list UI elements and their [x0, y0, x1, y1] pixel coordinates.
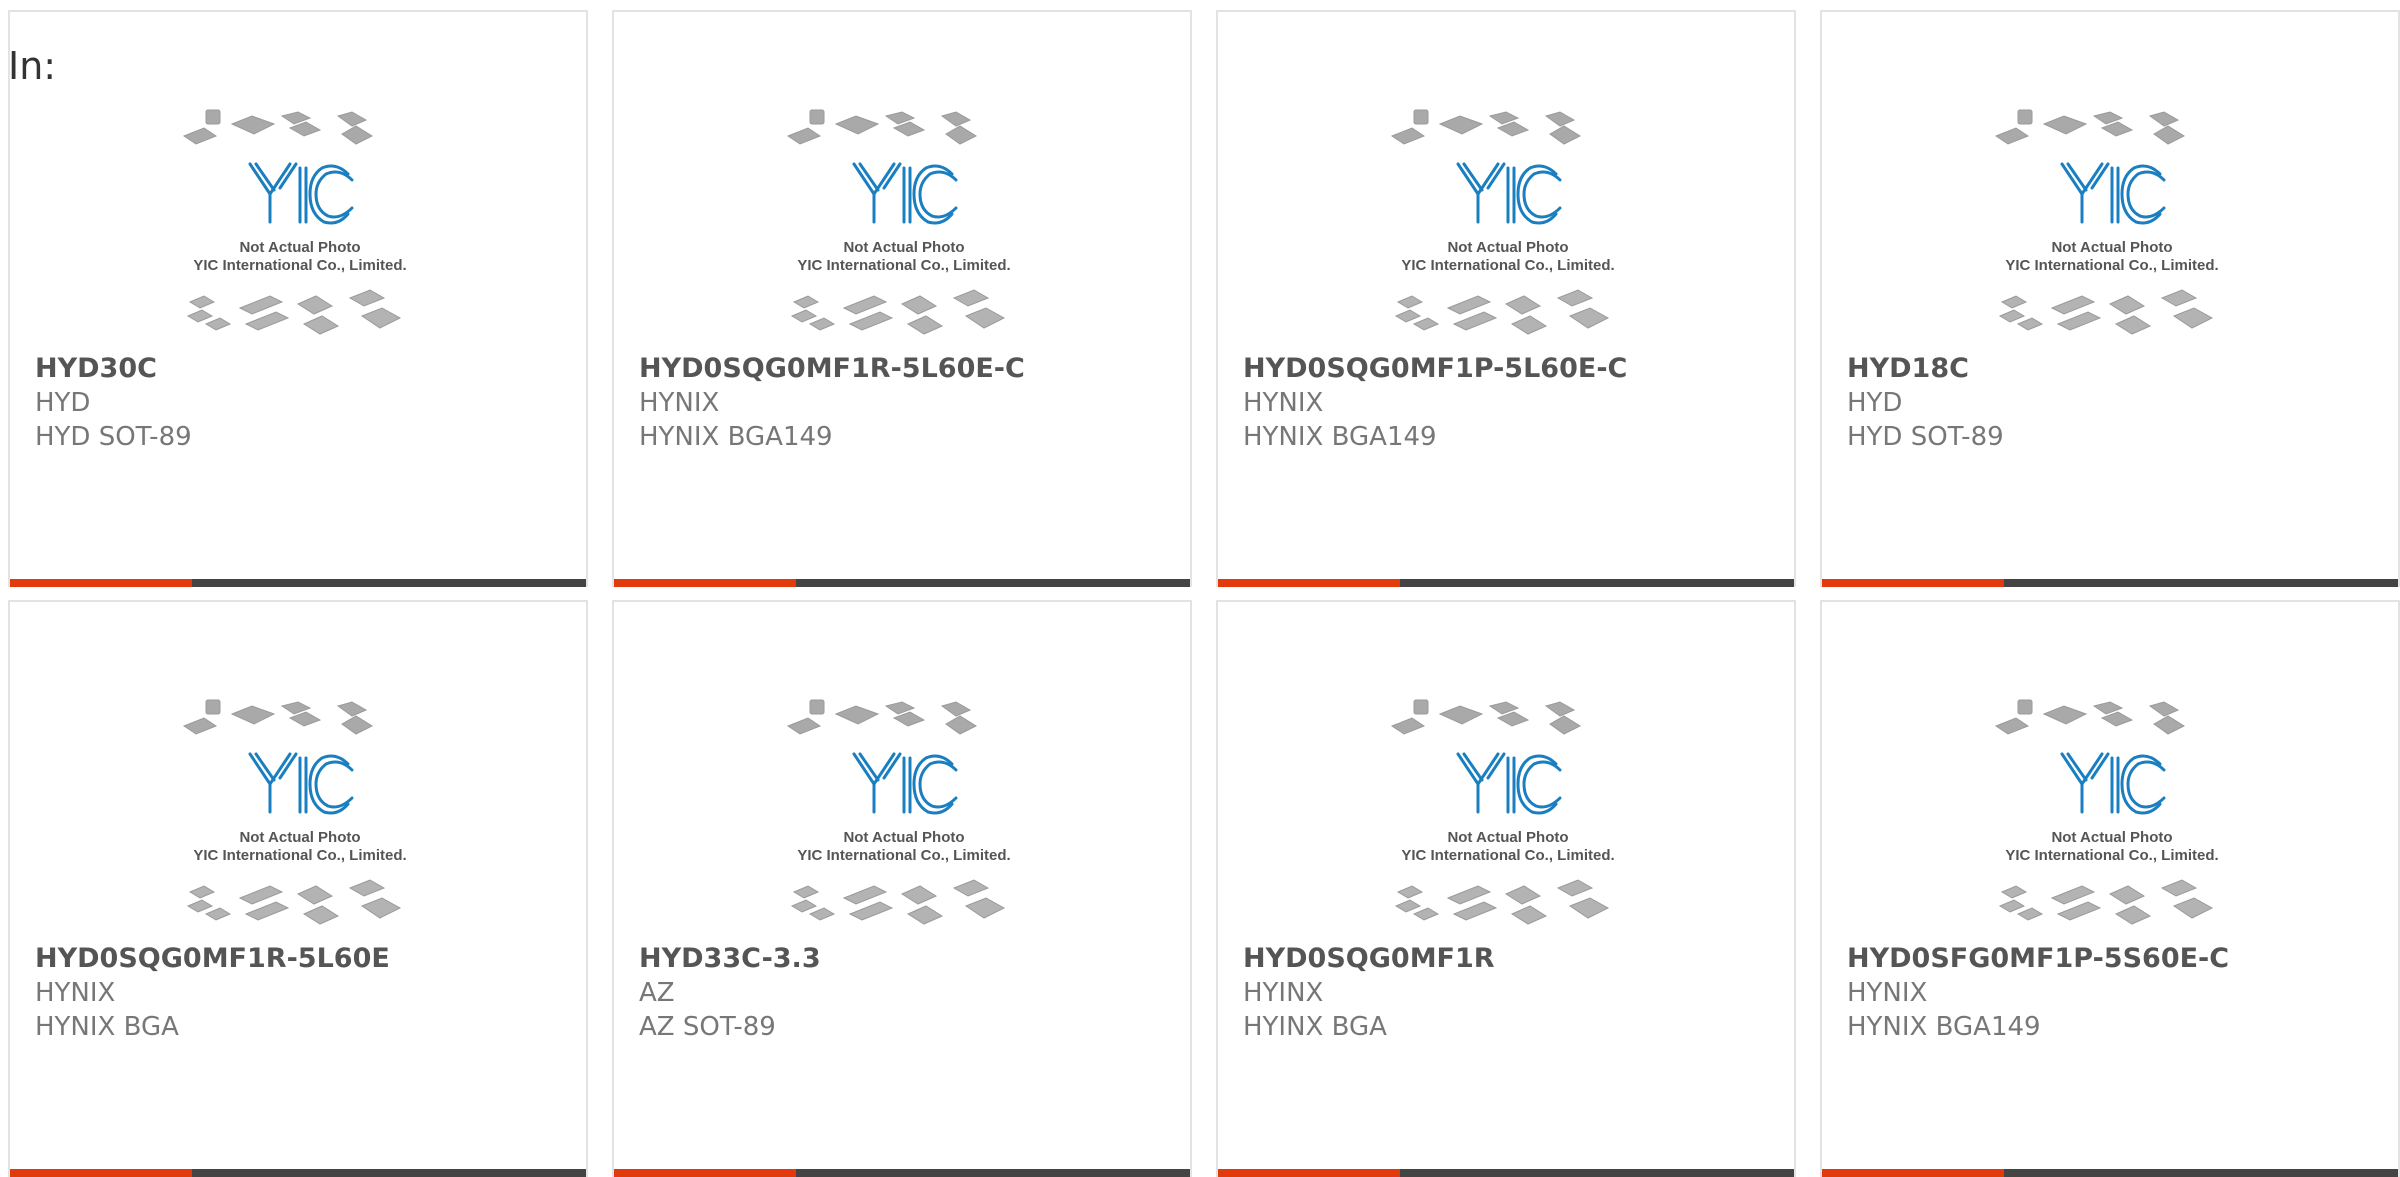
product-card[interactable]: Not Actual Photo YIC International Co., …: [612, 600, 1192, 1177]
product-photo: Not Actual Photo YIC International Co., …: [1982, 692, 2242, 942]
card-accent-bar: [10, 579, 192, 587]
product-card[interactable]: Not Actual Photo YIC International Co., …: [612, 10, 1192, 587]
svg-text:YIC International Co., Limited: YIC International Co., Limited.: [193, 847, 406, 864]
product-card[interactable]: Not Actual Photo YIC International Co., …: [1216, 10, 1796, 587]
product-card[interactable]: Not Actual Photo YIC International Co., …: [8, 600, 588, 1177]
part-number-link[interactable]: HYD0SFG0MF1P-5S60E-C: [1847, 943, 2229, 974]
not-actual-photo-image: Not Actual Photo YIC International Co., …: [1994, 699, 2219, 925]
not-actual-photo-image: Not Actual Photo YIC International Co., …: [182, 699, 407, 925]
not-actual-photo-image: Not Actual Photo YIC International Co., …: [1390, 109, 1615, 335]
card-accent-bar: [1218, 1169, 1400, 1177]
product-grid: Not Actual Photo YIC International Co., …: [8, 10, 2400, 1177]
card-accent-bar: [614, 579, 796, 587]
svg-text:YIC International Co., Limited: YIC International Co., Limited.: [2005, 847, 2218, 864]
product-photo: Not Actual Photo YIC International Co., …: [774, 692, 1034, 942]
package-label: HYD SOT-89: [1847, 422, 2004, 452]
product-card[interactable]: Not Actual Photo YIC International Co., …: [1216, 600, 1796, 1177]
not-actual-photo-image: Not Actual Photo YIC International Co., …: [786, 109, 1011, 335]
not-actual-photo-image: Not Actual Photo YIC International Co., …: [786, 699, 1011, 925]
part-number-link[interactable]: HYD0SQG0MF1R-5L60E-C: [639, 353, 1025, 384]
svg-text:YIC International Co., Limited: YIC International Co., Limited.: [1401, 257, 1614, 274]
card-accent-bar: [1822, 579, 2004, 587]
product-photo: Not Actual Photo YIC International Co., …: [1378, 102, 1638, 352]
part-number-link[interactable]: HYD33C-3.3: [639, 943, 821, 974]
not-actual-photo-image: Not Actual Photo YIC International Co., …: [1994, 109, 2219, 335]
card-accent-bar: [614, 1169, 796, 1177]
svg-text:Not Actual Photo: Not Actual Photo: [843, 239, 964, 256]
card-footer-bar: [614, 1169, 1190, 1177]
part-number-link[interactable]: HYD0SQG0MF1R: [1243, 943, 1495, 974]
package-label: HYNIX BGA: [35, 1012, 179, 1042]
card-footer-bar: [10, 579, 586, 587]
svg-text:YIC International Co., Limited: YIC International Co., Limited.: [193, 257, 406, 274]
product-card[interactable]: Not Actual Photo YIC International Co., …: [8, 10, 588, 587]
svg-text:Not Actual Photo: Not Actual Photo: [2051, 239, 2172, 256]
package-label: AZ SOT-89: [639, 1012, 776, 1042]
brand-label: HYINX: [1243, 978, 1324, 1008]
part-number-link[interactable]: HYD0SQG0MF1R-5L60E: [35, 943, 390, 974]
product-photo: Not Actual Photo YIC International Co., …: [1378, 692, 1638, 942]
svg-text:YIC International Co., Limited: YIC International Co., Limited.: [797, 257, 1010, 274]
part-number-link[interactable]: HYD18C: [1847, 353, 1969, 384]
product-card[interactable]: Not Actual Photo YIC International Co., …: [1820, 600, 2400, 1177]
card-accent-bar: [1218, 579, 1400, 587]
card-footer-bar: [1822, 1169, 2398, 1177]
svg-text:Not Actual Photo: Not Actual Photo: [2051, 829, 2172, 846]
svg-text:Not Actual Photo: Not Actual Photo: [239, 829, 360, 846]
package-label: HYNIX BGA149: [639, 422, 833, 452]
product-photo: Not Actual Photo YIC International Co., …: [170, 102, 430, 352]
product-photo: Not Actual Photo YIC International Co., …: [774, 102, 1034, 352]
package-label: HYINX BGA: [1243, 1012, 1387, 1042]
part-number-link[interactable]: HYD0SQG0MF1P-5L60E-C: [1243, 353, 1627, 384]
brand-label: HYNIX: [639, 388, 720, 418]
not-actual-photo-image: Not Actual Photo YIC International Co., …: [1390, 699, 1615, 925]
package-label: HYNIX BGA149: [1243, 422, 1437, 452]
product-card[interactable]: Not Actual Photo YIC International Co., …: [1820, 10, 2400, 587]
package-label: HYNIX BGA149: [1847, 1012, 2041, 1042]
svg-text:Not Actual Photo: Not Actual Photo: [239, 239, 360, 256]
product-photo: Not Actual Photo YIC International Co., …: [170, 692, 430, 942]
svg-text:Not Actual Photo: Not Actual Photo: [1447, 829, 1568, 846]
brand-label: HYNIX: [1847, 978, 1928, 1008]
brand-label: HYD: [35, 388, 91, 418]
brand-label: AZ: [639, 978, 675, 1008]
part-number-link[interactable]: HYD30C: [35, 353, 157, 384]
not-actual-photo-image: Not Actual Photo YIC International Co., …: [182, 109, 407, 335]
card-footer-bar: [1822, 579, 2398, 587]
card-footer-bar: [1218, 579, 1794, 587]
brand-label: HYD: [1847, 388, 1903, 418]
svg-text:Not Actual Photo: Not Actual Photo: [1447, 239, 1568, 256]
card-footer-bar: [614, 579, 1190, 587]
card-accent-bar: [10, 1169, 192, 1177]
package-label: HYD SOT-89: [35, 422, 192, 452]
svg-text:Not Actual Photo: Not Actual Photo: [843, 829, 964, 846]
card-footer-bar: [1218, 1169, 1794, 1177]
card-footer-bar: [10, 1169, 586, 1177]
card-accent-bar: [1822, 1169, 2004, 1177]
brand-label: HYNIX: [35, 978, 116, 1008]
svg-text:YIC International Co., Limited: YIC International Co., Limited.: [2005, 257, 2218, 274]
brand-label: HYNIX: [1243, 388, 1324, 418]
filter-label: In:: [8, 44, 57, 88]
svg-text:YIC International Co., Limited: YIC International Co., Limited.: [797, 847, 1010, 864]
svg-text:YIC International Co., Limited: YIC International Co., Limited.: [1401, 847, 1614, 864]
product-photo: Not Actual Photo YIC International Co., …: [1982, 102, 2242, 352]
